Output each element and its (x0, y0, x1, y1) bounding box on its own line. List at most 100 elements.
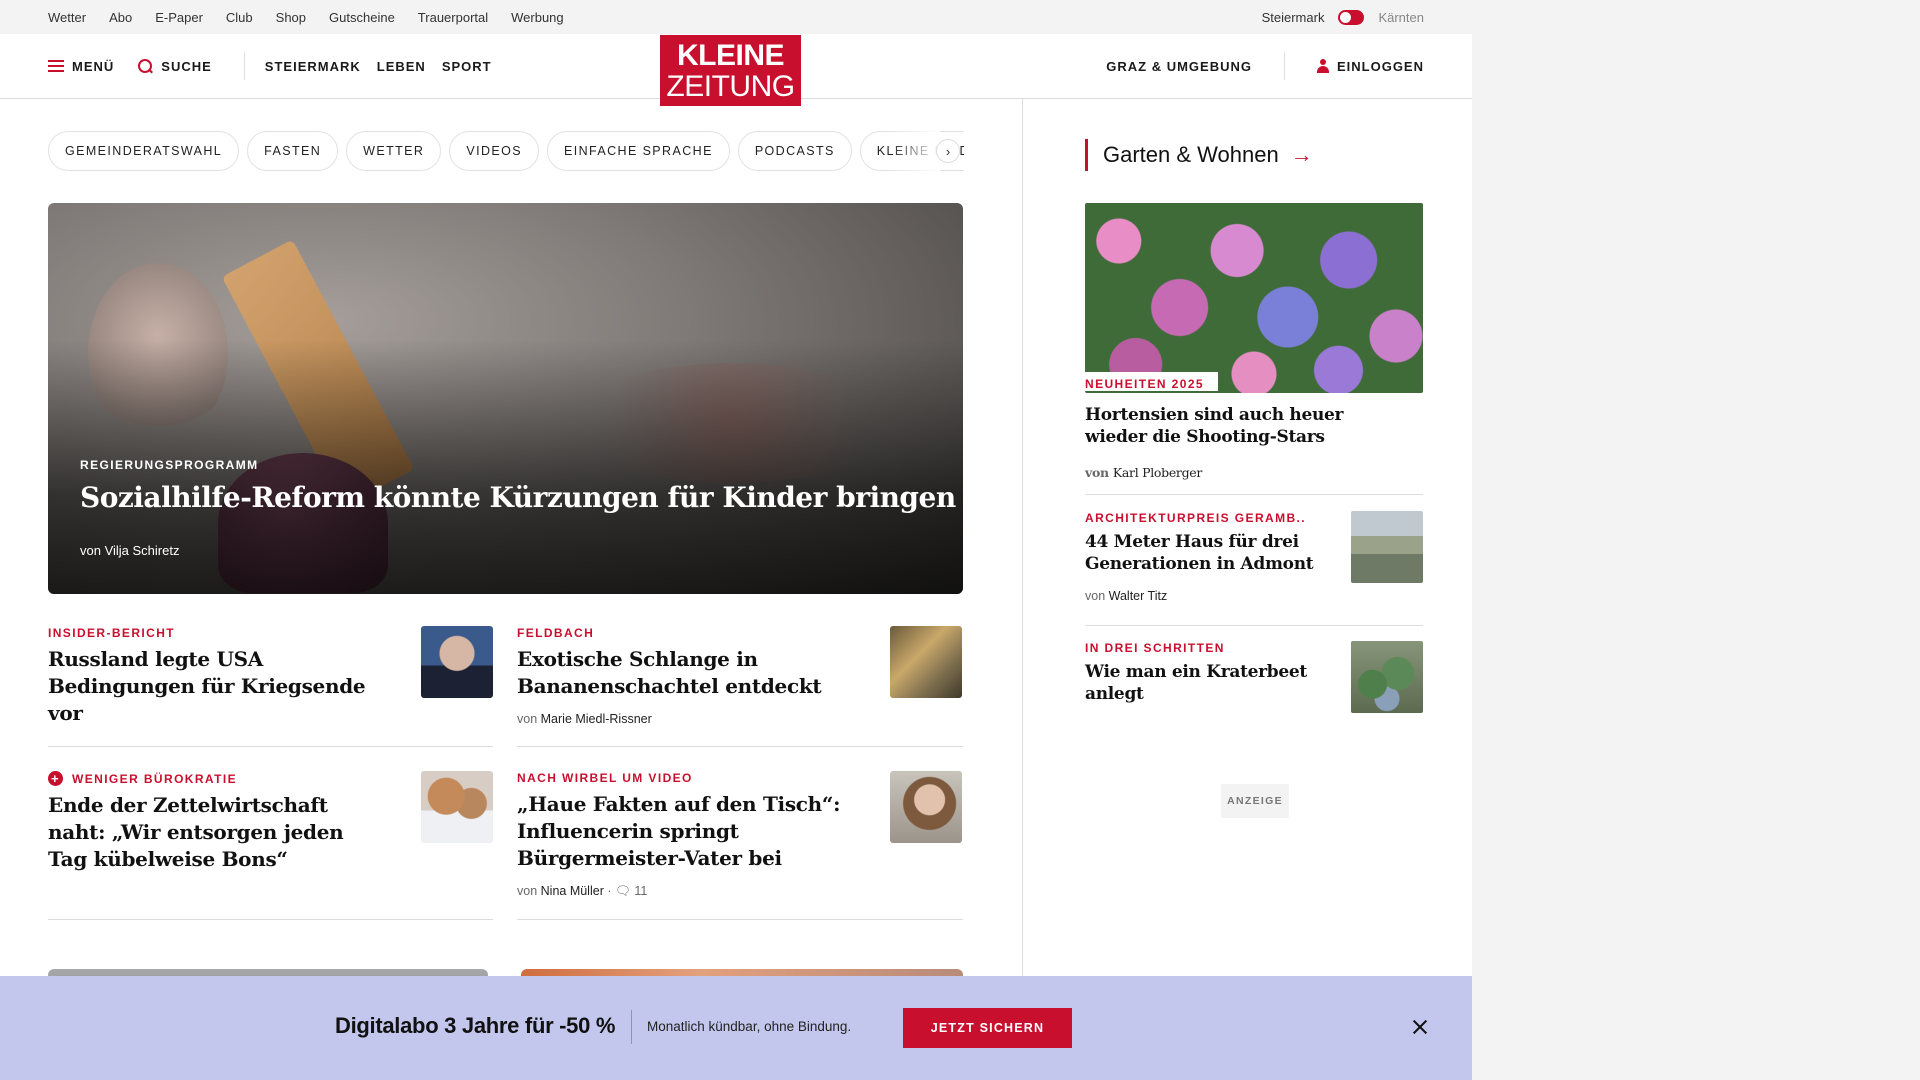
pill-einfache-sprache[interactable]: EINFACHE SPRACHE (546, 131, 730, 171)
user-icon (1316, 59, 1329, 73)
sidebar-featured-author: von Karl Ploberger (1085, 462, 1355, 484)
hamburger-icon (48, 60, 64, 72)
banner-subtext: Monatlich kündbar, ohne Bindung. (647, 1019, 852, 1034)
article-divider (48, 919, 493, 920)
article-title[interactable]: Ende der Zettelwirtschaft naht: „Wir ent… (48, 792, 383, 873)
menu-button[interactable]: MENÜ (48, 59, 114, 74)
login-button[interactable]: EINLOGGEN (1316, 58, 1424, 74)
pill-gemeinderatswahl[interactable]: GEMEINDERATSWAHL (48, 131, 240, 171)
nav-link-steiermark[interactable]: STEIERMARK (265, 59, 361, 74)
banner-divider (631, 1010, 632, 1044)
region-option-steiermark[interactable]: Steiermark (1262, 10, 1325, 25)
main-header: MENÜ SUCHE STEIERMARK LEBEN SPORT KLEINE… (0, 34, 1472, 106)
sidebar-article-title[interactable]: Wie man ein Kraterbeet anlegt (1085, 661, 1315, 705)
login-label: EINLOGGEN (1336, 58, 1424, 74)
comment-count[interactable]: · 🗨 11 (607, 884, 647, 898)
sidebar-featured-image[interactable] (1085, 203, 1423, 393)
utility-link-werbung[interactable]: Werbung (511, 10, 564, 25)
pill-videos[interactable]: VIDEOS (449, 131, 539, 171)
article-thumbnail[interactable] (421, 626, 493, 698)
search-icon (138, 58, 153, 74)
sidebar-article-author: von Walter Titz (1085, 589, 1423, 603)
utility-bar: Wetter Abo E-Paper Club Shop Gutscheine … (0, 0, 1472, 34)
article-divider (517, 919, 963, 920)
article-title[interactable]: Exotische Schlange in Bananenschachtel e… (517, 646, 852, 700)
author-prefix: von (1085, 465, 1109, 480)
region-toggle[interactable] (1338, 9, 1365, 25)
sidebar-article-kicker: ARCHITEKTURPREIS GERAMB... (1085, 511, 1305, 525)
sidebar-divider (1085, 625, 1423, 626)
utility-link-wetter[interactable]: Wetter (48, 10, 86, 25)
nav-link-leben[interactable]: LEBEN (377, 59, 426, 74)
sidebar-article[interactable]: ARCHITEKTURPREIS GERAMB... 44 Meter Haus… (1085, 511, 1423, 603)
utility-link-gutscheine[interactable]: Gutscheine (329, 10, 395, 25)
sidebar-featured-kicker: NEUHEITEN 2025 (1085, 372, 1218, 391)
hero-author: von Vilja Schiretz (80, 543, 180, 558)
author-prefix: von (517, 712, 538, 726)
nav-link-sport[interactable]: SPORT (442, 59, 492, 74)
logo-line-2: ZEITUNG (666, 70, 795, 103)
sidebar-featured-article[interactable]: Hortensien sind auch heuer wieder die Sh… (1085, 404, 1355, 484)
sidebar-heading[interactable]: Garten & Wohnen → (1085, 139, 1313, 171)
banner-headline: Digitalabo 3 Jahre für -50 % (335, 1013, 616, 1038)
column-divider (1022, 99, 1023, 979)
author-prefix: von (517, 884, 538, 898)
pill-podcasts[interactable]: PODCASTS (737, 131, 852, 171)
author-name[interactable]: Walter Titz (1109, 589, 1168, 603)
arrow-right-icon: → (1290, 142, 1313, 167)
ad-label: ANZEIGE (1221, 784, 1289, 818)
plus-icon: + (48, 771, 63, 786)
article-card[interactable]: NACH WIRBEL UM VIDEO „Haue Fakten auf de… (517, 771, 962, 899)
sidebar-article[interactable]: IN DREI SCHRITTEN Wie man ein Kraterbeet… (1085, 641, 1423, 713)
utility-link-shop[interactable]: Shop (276, 10, 306, 25)
region-link-graz[interactable]: GRAZ & UMGEBUNG (1106, 59, 1252, 74)
region-switch: Steiermark Kärnten (1262, 0, 1424, 34)
header-right: GRAZ & UMGEBUNG EINLOGGEN (1106, 34, 1424, 98)
article-author: von Nina Müller · 🗨 11 (517, 884, 962, 899)
author-name[interactable]: Karl Ploberger (1113, 465, 1203, 480)
hero-article[interactable]: REGIERUNGSPROGRAMM Sozialhilfe-Reform kö… (48, 203, 963, 594)
pills-fade (890, 131, 940, 171)
sidebar-article-title[interactable]: 44 Meter Haus für drei Generationen in A… (1085, 531, 1315, 575)
utility-links: Wetter Abo E-Paper Club Shop Gutscheine … (48, 0, 587, 34)
kleine-zeitung-logo[interactable]: KLEINE ZEITUNG (660, 35, 801, 106)
close-icon[interactable] (1409, 1016, 1431, 1038)
article-title[interactable]: „Haue Fakten auf den Tisch“: Influenceri… (517, 791, 852, 872)
sidebar-heading-text: Garten & Wohnen (1103, 142, 1279, 167)
author-name[interactable]: Nina Müller (541, 884, 604, 898)
hero-kicker: REGIERUNGSPROGRAMM (80, 458, 259, 472)
sidebar-featured-title[interactable]: Hortensien sind auch heuer wieder die Sh… (1085, 404, 1355, 448)
utility-link-trauerportal[interactable]: Trauerportal (418, 10, 488, 25)
utility-link-club[interactable]: Club (226, 10, 253, 25)
author-name[interactable]: Marie Miedl-Rissner (541, 712, 652, 726)
hero-title[interactable]: Sozialhilfe-Reform könnte Kürzungen für … (80, 481, 956, 514)
utility-link-epaper[interactable]: E-Paper (155, 10, 203, 25)
pill-fasten[interactable]: FASTEN (247, 131, 339, 171)
utility-link-abo[interactable]: Abo (109, 10, 132, 25)
sidebar-divider (1085, 494, 1423, 495)
pill-wetter[interactable]: WETTER (346, 131, 442, 171)
region-option-kaernten[interactable]: Kärnten (1378, 10, 1424, 25)
article-card[interactable]: FELDBACH Exotische Schlange in Bananensc… (517, 626, 962, 726)
article-thumbnail[interactable] (421, 771, 493, 843)
header-divider-right (1283, 52, 1285, 80)
article-card[interactable]: + WENIGER BÜROKRATIE Ende der Zettelwirts… (48, 771, 493, 873)
header-nav: MENÜ SUCHE STEIERMARK LEBEN SPORT (48, 34, 508, 98)
search-button[interactable]: SUCHE (138, 58, 212, 74)
search-label: SUCHE (161, 58, 212, 74)
topic-pills: GEMEINDERATSWAHL FASTEN WETTER VIDEOS EI… (48, 131, 964, 171)
author-prefix: von (1085, 589, 1106, 603)
banner-cta-button[interactable]: JETZT SICHERN (903, 1008, 1072, 1048)
menu-label: MENÜ (72, 58, 115, 74)
sidebar-article-thumbnail[interactable] (1351, 511, 1423, 583)
article-author: von Marie Miedl-Rissner (517, 712, 962, 726)
hero-gradient (48, 203, 963, 594)
article-thumbnail[interactable] (890, 771, 962, 843)
article-kicker-text: WENIGER BÜROKRATIE (72, 771, 237, 786)
chevron-right-icon[interactable]: › (936, 139, 960, 163)
article-card[interactable]: INSIDER-BERICHT Russland legte USA Bedin… (48, 626, 493, 727)
article-thumbnail[interactable] (890, 626, 962, 698)
article-title[interactable]: Russland legte USA Bedingungen für Krieg… (48, 646, 383, 727)
sidebar-article-thumbnail[interactable] (1351, 641, 1423, 713)
logo-line-1: KLEINE (676, 39, 785, 72)
